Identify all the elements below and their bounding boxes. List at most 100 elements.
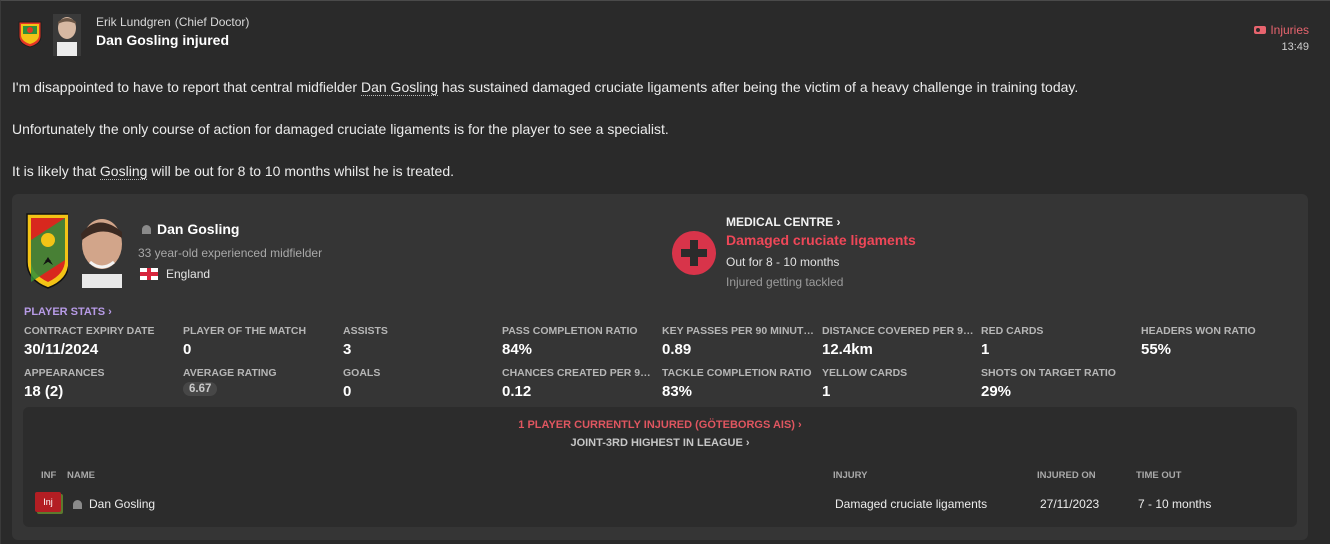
player-description: 33 year-old experienced midfielder xyxy=(138,246,323,260)
stat-shots-on-target: SHOTS ON TARGET RATIO 29% xyxy=(981,367,1136,400)
stat-yellow-cards: YELLOW CARDS 1 xyxy=(822,367,977,400)
stat-chances-created: CHANCES CREATED PER 90... 0.12 xyxy=(502,367,654,400)
stat-contract-expiry: CONTRACT EXPIRY DATE 30/11/2024 xyxy=(24,325,179,358)
stat-red-cards: RED CARDS 1 xyxy=(981,325,1136,358)
message-paragraph-3: It is likely that Gosling will be out fo… xyxy=(12,163,454,180)
sender-face-icon[interactable] xyxy=(53,14,81,56)
player-link[interactable]: Dan Gosling xyxy=(360,79,439,96)
chevron-right-icon: › xyxy=(798,419,802,431)
stat-value: 29% xyxy=(981,383,1012,400)
player-injury-card: Dan Gosling 33 year-old experienced midf… xyxy=(12,194,1308,540)
message-paragraph-2: Unfortunately the only course of action … xyxy=(12,121,669,137)
stat-key-passes: KEY PASSES PER 90 MINUTES 0.89 xyxy=(662,325,817,358)
stat-pass-completion: PASS COMPLETION RATIO 84% xyxy=(502,325,657,358)
row-injury: Damaged cruciate ligaments xyxy=(835,497,988,511)
stat-goals: GOALS 0 xyxy=(343,367,498,400)
message-paragraph-1: I'm disappointed to have to report that … xyxy=(12,79,1079,96)
stat-value: 30/11/2024 xyxy=(24,341,99,358)
stat-value: 84% xyxy=(502,341,533,358)
player-stats-label: PLAYER STATS xyxy=(24,306,106,318)
chevron-right-icon: › xyxy=(836,215,841,229)
player-stats-link[interactable]: PLAYER STATS › xyxy=(24,306,112,318)
club-badge-large-icon[interactable] xyxy=(25,210,71,290)
injuries-tag[interactable]: Injuries xyxy=(1254,23,1309,37)
stat-label: ASSISTS xyxy=(343,325,388,337)
paragraph-text: I'm disappointed to have to report that … xyxy=(12,79,361,95)
message-time: 13:49 xyxy=(1281,41,1309,53)
message-header: Erik Lundgren (Chief Doctor) Dan Gosling … xyxy=(1,1,1330,61)
person-icon xyxy=(142,224,151,234)
player-name-text: Dan Gosling xyxy=(157,221,240,237)
medical-cross-icon xyxy=(672,231,716,275)
injured-count-label: 1 PLAYER CURRENTLY INJURED (GÖTEBORGS AI… xyxy=(518,419,795,431)
stat-label: GOALS xyxy=(343,367,381,379)
paragraph-text: will be out for 8 to 10 months whilst he… xyxy=(147,163,454,179)
stat-label: APPEARANCES xyxy=(24,367,105,379)
message-panel: Erik Lundgren (Chief Doctor) Dan Gosling … xyxy=(0,0,1330,544)
england-flag-icon xyxy=(140,268,158,280)
column-header-name[interactable]: NAME xyxy=(67,470,95,481)
stat-value: 0 xyxy=(183,341,192,358)
average-rating-badge: 6.67 xyxy=(183,382,218,396)
column-header-time-out[interactable]: TIME OUT xyxy=(1136,470,1181,481)
stat-value: 55% xyxy=(1141,341,1172,358)
stat-value: 1 xyxy=(822,383,831,400)
stat-label: SHOTS ON TARGET RATIO xyxy=(981,367,1116,379)
stat-label: RED CARDS xyxy=(981,325,1044,337)
sender-role: (Chief Doctor) xyxy=(174,15,250,29)
message-subject: Dan Gosling injured xyxy=(96,32,230,48)
stat-average-rating: AVERAGE RATING 6.67 xyxy=(183,367,338,397)
stat-label: PASS COMPLETION RATIO xyxy=(502,325,638,337)
player-name[interactable]: Dan Gosling xyxy=(142,221,239,237)
column-header-inf[interactable]: INF xyxy=(41,470,56,481)
stat-label: CONTRACT EXPIRY DATE xyxy=(24,325,155,337)
row-injured-on: 27/11/2023 xyxy=(1040,497,1100,511)
stat-label: YELLOW CARDS xyxy=(822,367,908,379)
injury-cause: Injured getting tackled xyxy=(726,275,844,289)
club-badge-icon[interactable] xyxy=(17,20,43,48)
stat-label: DISTANCE COVERED PER 90... xyxy=(822,325,974,337)
person-icon xyxy=(73,499,82,509)
stat-value: 3 xyxy=(343,341,352,358)
chevron-right-icon: › xyxy=(745,437,750,449)
injury-status-icon: Inj xyxy=(35,492,61,512)
injury-duration: Out for 8 - 10 months xyxy=(726,255,840,269)
sender-name-text: Erik Lundgren xyxy=(96,15,171,29)
stat-value: 1 xyxy=(981,341,990,358)
row-player-name[interactable]: Dan Gosling xyxy=(73,497,155,511)
column-header-injury[interactable]: INJURY xyxy=(833,470,868,481)
stat-player-of-the-match: PLAYER OF THE MATCH 0 xyxy=(183,325,338,358)
player-link-surname[interactable]: Gosling xyxy=(99,163,148,180)
stat-value: 0.12 xyxy=(502,383,532,400)
stat-label: TACKLE COMPLETION RATIO xyxy=(662,367,812,379)
stat-label: PLAYER OF THE MATCH xyxy=(183,325,307,337)
row-time-out: 7 - 10 months xyxy=(1138,497,1212,511)
injured-players-panel: 1 PLAYER CURRENTLY INJURED (GÖTEBORGS AI… xyxy=(23,407,1297,527)
stat-assists: ASSISTS 3 xyxy=(343,325,498,358)
player-face-icon[interactable] xyxy=(68,210,134,288)
injuries-tag-label: Injuries xyxy=(1270,23,1309,37)
column-header-injured-on[interactable]: INJURED ON xyxy=(1037,470,1096,481)
medical-centre-link[interactable]: MEDICAL CENTRE › xyxy=(726,215,840,229)
stat-tackle-completion: TACKLE COMPLETION RATIO 83% xyxy=(662,367,817,400)
stat-value: 18 (2) xyxy=(24,383,64,400)
player-nation[interactable]: England xyxy=(140,267,210,281)
stat-appearances: APPEARANCES 18 (2) xyxy=(24,367,179,400)
stat-value: 83% xyxy=(662,383,693,400)
league-rank-label: JOINT-3RD HIGHEST IN LEAGUE xyxy=(570,437,743,449)
injuries-tag-icon xyxy=(1254,26,1267,34)
stat-label: HEADERS WON RATIO xyxy=(1141,325,1256,337)
stat-label: CHANCES CREATED PER 90... xyxy=(502,367,654,379)
league-rank-link[interactable]: JOINT-3RD HIGHEST IN LEAGUE › xyxy=(23,437,1297,449)
medical-centre-label: MEDICAL CENTRE xyxy=(726,215,834,229)
stat-value: 0 xyxy=(343,383,352,400)
paragraph-text: has sustained damaged cruciate ligaments… xyxy=(438,79,1079,95)
stat-label: KEY PASSES PER 90 MINUTES xyxy=(662,325,817,337)
injury-name: Damaged cruciate ligaments xyxy=(726,232,916,248)
sender-name[interactable]: Erik Lundgren (Chief Doctor) xyxy=(96,15,249,29)
chevron-right-icon: › xyxy=(108,306,112,318)
stat-value: 12.4km xyxy=(822,341,873,358)
row-player-name-text: Dan Gosling xyxy=(89,497,156,511)
injured-count-link[interactable]: 1 PLAYER CURRENTLY INJURED (GÖTEBORGS AI… xyxy=(23,419,1297,431)
stat-label: AVERAGE RATING xyxy=(183,367,277,379)
